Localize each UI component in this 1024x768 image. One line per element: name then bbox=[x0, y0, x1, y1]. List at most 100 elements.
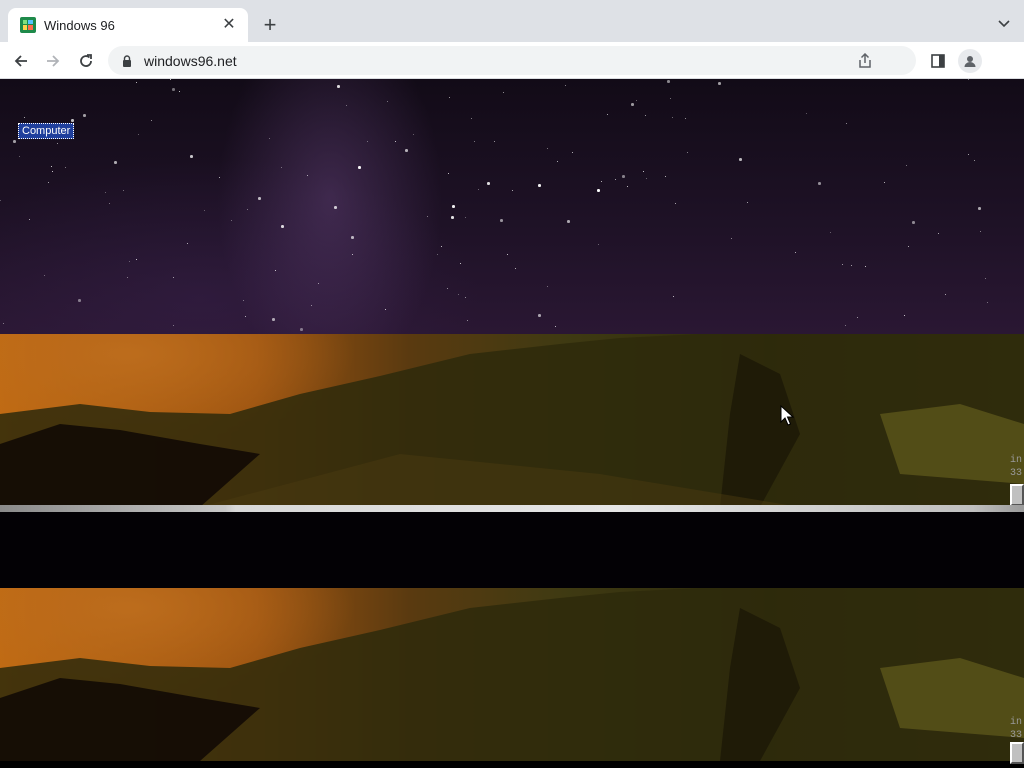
lock-icon[interactable] bbox=[120, 54, 134, 68]
star bbox=[449, 97, 451, 99]
star bbox=[187, 243, 189, 245]
star bbox=[627, 186, 629, 188]
star bbox=[173, 325, 175, 327]
star bbox=[3, 323, 5, 325]
star bbox=[597, 189, 600, 192]
star bbox=[172, 88, 175, 91]
star bbox=[471, 118, 473, 120]
star bbox=[247, 209, 249, 211]
star bbox=[487, 182, 490, 185]
chevron-down-icon[interactable] bbox=[994, 14, 1014, 34]
star bbox=[865, 266, 867, 268]
star bbox=[447, 288, 449, 290]
tab-strip: Windows 96 ✕ + bbox=[0, 0, 1024, 42]
star bbox=[968, 79, 970, 81]
star bbox=[451, 216, 454, 219]
star bbox=[670, 98, 672, 100]
star bbox=[83, 114, 86, 117]
star bbox=[598, 244, 600, 246]
star bbox=[672, 117, 674, 119]
star bbox=[503, 92, 505, 94]
side-panel-icon[interactable] bbox=[928, 51, 948, 71]
star bbox=[478, 189, 480, 191]
star bbox=[547, 286, 549, 288]
star bbox=[675, 203, 677, 205]
star bbox=[334, 206, 337, 209]
landscape-hill-repeat bbox=[0, 588, 1024, 761]
back-arrow-icon[interactable] bbox=[8, 48, 34, 74]
star bbox=[908, 246, 910, 248]
star bbox=[646, 178, 648, 180]
star bbox=[980, 231, 982, 233]
star bbox=[557, 161, 559, 163]
address-bar[interactable]: windows96.net bbox=[108, 46, 916, 75]
star bbox=[105, 192, 107, 194]
star bbox=[567, 220, 570, 223]
star bbox=[978, 207, 981, 210]
star bbox=[507, 254, 509, 256]
star bbox=[413, 134, 415, 136]
plus-icon[interactable]: + bbox=[258, 13, 282, 37]
star bbox=[906, 165, 908, 167]
star bbox=[667, 80, 670, 83]
reload-icon[interactable] bbox=[73, 48, 99, 74]
star bbox=[474, 141, 476, 143]
taskbar[interactable] bbox=[0, 505, 1024, 512]
star bbox=[245, 316, 247, 318]
star bbox=[19, 156, 21, 158]
star bbox=[337, 85, 340, 88]
star bbox=[547, 148, 549, 150]
mouse-pointer-icon bbox=[780, 405, 794, 426]
star bbox=[884, 182, 886, 184]
star bbox=[351, 236, 354, 239]
close-icon[interactable]: ✕ bbox=[220, 16, 238, 34]
star bbox=[818, 182, 821, 185]
star bbox=[830, 232, 832, 234]
star bbox=[904, 315, 906, 317]
star bbox=[179, 91, 181, 93]
star bbox=[51, 166, 53, 168]
star bbox=[57, 143, 59, 145]
share-icon[interactable] bbox=[856, 52, 874, 70]
star bbox=[300, 328, 303, 331]
desktop-icon-computer[interactable]: Computer bbox=[18, 123, 75, 139]
page-viewport: Computer in 33 in 33 bbox=[0, 79, 1024, 768]
edge-window-fragment[interactable] bbox=[1010, 484, 1024, 505]
star bbox=[636, 100, 638, 102]
tab-windows96[interactable]: Windows 96 ✕ bbox=[8, 8, 248, 42]
star bbox=[318, 283, 320, 285]
star bbox=[500, 219, 503, 222]
star bbox=[281, 167, 283, 169]
star bbox=[136, 82, 138, 84]
star bbox=[739, 158, 742, 161]
star bbox=[747, 202, 749, 204]
desktop-icon-label: Computer bbox=[22, 125, 71, 137]
star bbox=[465, 297, 467, 299]
star bbox=[460, 263, 462, 265]
star bbox=[938, 233, 940, 235]
profile-avatar-icon[interactable] bbox=[958, 49, 982, 73]
tab-title: Windows 96 bbox=[44, 17, 115, 33]
star bbox=[151, 120, 153, 122]
forward-arrow-icon[interactable] bbox=[40, 48, 66, 74]
render-gap bbox=[0, 512, 1024, 588]
landscape-hill bbox=[0, 334, 1024, 505]
star bbox=[452, 205, 455, 208]
star bbox=[846, 123, 848, 125]
star bbox=[219, 177, 221, 179]
desktop-wallpaper[interactable]: Computer in 33 bbox=[0, 79, 1024, 505]
edge-window-fragment-repeat[interactable] bbox=[1010, 742, 1024, 764]
star bbox=[258, 197, 261, 200]
star bbox=[275, 270, 277, 272]
star bbox=[52, 171, 54, 173]
star bbox=[665, 176, 667, 178]
browser-toolbar: windows96.net bbox=[0, 42, 1024, 79]
star bbox=[985, 278, 987, 280]
star bbox=[565, 85, 567, 87]
star bbox=[65, 167, 67, 169]
star bbox=[512, 190, 514, 192]
star bbox=[467, 320, 469, 322]
address-url[interactable]: windows96.net bbox=[144, 53, 237, 69]
star bbox=[311, 305, 313, 307]
star bbox=[465, 217, 467, 219]
